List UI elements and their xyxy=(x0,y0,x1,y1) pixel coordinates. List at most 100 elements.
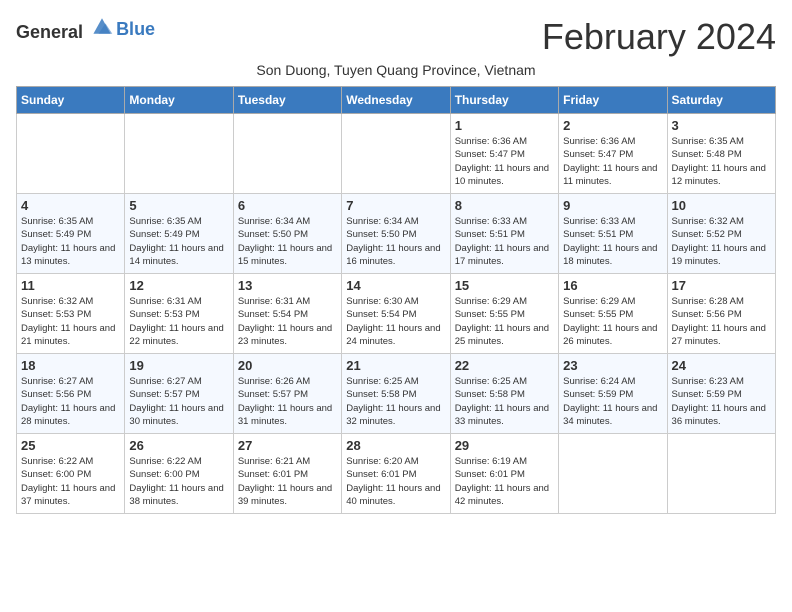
cell-info: Sunrise: 6:34 AMSunset: 5:50 PMDaylight:… xyxy=(346,215,445,268)
calendar-cell: 23 Sunrise: 6:24 AMSunset: 5:59 PMDayligh… xyxy=(559,354,667,434)
cell-info: Sunrise: 6:32 AMSunset: 5:52 PMDaylight:… xyxy=(672,215,771,268)
logo-general: General xyxy=(16,22,83,42)
header-tuesday: Tuesday xyxy=(233,87,341,114)
cell-info: Sunrise: 6:35 AMSunset: 5:49 PMDaylight:… xyxy=(21,215,120,268)
calendar-cell xyxy=(342,114,450,194)
calendar-cell: 28 Sunrise: 6:20 AMSunset: 6:01 PMDayligh… xyxy=(342,434,450,514)
day-number: 19 xyxy=(129,358,228,373)
header-sunday: Sunday xyxy=(17,87,125,114)
day-number: 2 xyxy=(563,118,662,133)
day-number: 7 xyxy=(346,198,445,213)
day-number: 17 xyxy=(672,278,771,293)
day-number: 27 xyxy=(238,438,337,453)
logo-blue: Blue xyxy=(116,19,155,39)
cell-info: Sunrise: 6:28 AMSunset: 5:56 PMDaylight:… xyxy=(672,295,771,348)
cell-info: Sunrise: 6:26 AMSunset: 5:57 PMDaylight:… xyxy=(238,375,337,428)
cell-info: Sunrise: 6:31 AMSunset: 5:53 PMDaylight:… xyxy=(129,295,228,348)
cell-info: Sunrise: 6:24 AMSunset: 5:59 PMDaylight:… xyxy=(563,375,662,428)
cell-info: Sunrise: 6:19 AMSunset: 6:01 PMDaylight:… xyxy=(455,455,554,508)
cell-info: Sunrise: 6:29 AMSunset: 5:55 PMDaylight:… xyxy=(455,295,554,348)
calendar-cell: 25 Sunrise: 6:22 AMSunset: 6:00 PMDayligh… xyxy=(17,434,125,514)
calendar-cell: 3 Sunrise: 6:35 AMSunset: 5:48 PMDaylight… xyxy=(667,114,775,194)
calendar-header: SundayMondayTuesdayWednesdayThursdayFrid… xyxy=(17,87,776,114)
calendar-cell: 29 Sunrise: 6:19 AMSunset: 6:01 PMDayligh… xyxy=(450,434,558,514)
calendar-cell: 19 Sunrise: 6:27 AMSunset: 5:57 PMDayligh… xyxy=(125,354,233,434)
cell-info: Sunrise: 6:35 AMSunset: 5:48 PMDaylight:… xyxy=(672,135,771,188)
cell-info: Sunrise: 6:21 AMSunset: 6:01 PMDaylight:… xyxy=(238,455,337,508)
cell-info: Sunrise: 6:29 AMSunset: 5:55 PMDaylight:… xyxy=(563,295,662,348)
cell-info: Sunrise: 6:25 AMSunset: 5:58 PMDaylight:… xyxy=(455,375,554,428)
calendar-cell: 7 Sunrise: 6:34 AMSunset: 5:50 PMDaylight… xyxy=(342,194,450,274)
calendar-cell: 21Sunrise: 6:25 AMSunset: 5:58 PMDayligh… xyxy=(342,354,450,434)
day-number: 24 xyxy=(672,358,771,373)
calendar-cell: 12Sunrise: 6:31 AMSunset: 5:53 PMDayligh… xyxy=(125,274,233,354)
day-number: 20 xyxy=(238,358,337,373)
day-number: 10 xyxy=(672,198,771,213)
day-number: 6 xyxy=(238,198,337,213)
cell-info: Sunrise: 6:33 AMSunset: 5:51 PMDaylight:… xyxy=(563,215,662,268)
cell-info: Sunrise: 6:31 AMSunset: 5:54 PMDaylight:… xyxy=(238,295,337,348)
cell-info: Sunrise: 6:22 AMSunset: 6:00 PMDaylight:… xyxy=(129,455,228,508)
calendar-cell: 27 Sunrise: 6:21 AMSunset: 6:01 PMDayligh… xyxy=(233,434,341,514)
day-number: 1 xyxy=(455,118,554,133)
calendar-cell xyxy=(559,434,667,514)
calendar-cell: 2 Sunrise: 6:36 AMSunset: 5:47 PMDaylight… xyxy=(559,114,667,194)
day-number: 15 xyxy=(455,278,554,293)
calendar-week-2: 4 Sunrise: 6:35 AMSunset: 5:49 PMDaylight… xyxy=(17,194,776,274)
calendar-week-3: 11 Sunrise: 6:32 AMSunset: 5:53 PMDayligh… xyxy=(17,274,776,354)
day-number: 14 xyxy=(346,278,445,293)
header-thursday: Thursday xyxy=(450,87,558,114)
cell-info: Sunrise: 6:33 AMSunset: 5:51 PMDaylight:… xyxy=(455,215,554,268)
day-number: 5 xyxy=(129,198,228,213)
day-number: 18 xyxy=(21,358,120,373)
day-number: 28 xyxy=(346,438,445,453)
location: Son Duong, Tuyen Quang Province, Vietnam xyxy=(16,62,776,78)
cell-info: Sunrise: 6:36 AMSunset: 5:47 PMDaylight:… xyxy=(455,135,554,188)
calendar-table: SundayMondayTuesdayWednesdayThursdayFrid… xyxy=(16,86,776,514)
calendar-body: 1 Sunrise: 6:36 AMSunset: 5:47 PMDaylight… xyxy=(17,114,776,514)
day-number: 22 xyxy=(455,358,554,373)
cell-info: Sunrise: 6:20 AMSunset: 6:01 PMDaylight:… xyxy=(346,455,445,508)
day-number: 29 xyxy=(455,438,554,453)
header-monday: Monday xyxy=(125,87,233,114)
day-number: 4 xyxy=(21,198,120,213)
calendar-week-4: 18Sunrise: 6:27 AMSunset: 5:56 PMDayligh… xyxy=(17,354,776,434)
cell-info: Sunrise: 6:22 AMSunset: 6:00 PMDaylight:… xyxy=(21,455,120,508)
day-number: 23 xyxy=(563,358,662,373)
calendar-cell xyxy=(17,114,125,194)
calendar-cell: 5 Sunrise: 6:35 AMSunset: 5:49 PMDaylight… xyxy=(125,194,233,274)
header-friday: Friday xyxy=(559,87,667,114)
cell-info: Sunrise: 6:32 AMSunset: 5:53 PMDaylight:… xyxy=(21,295,120,348)
day-number: 13 xyxy=(238,278,337,293)
calendar-cell: 15 Sunrise: 6:29 AMSunset: 5:55 PMDayligh… xyxy=(450,274,558,354)
header-wednesday: Wednesday xyxy=(342,87,450,114)
calendar-cell: 16Sunrise: 6:29 AMSunset: 5:55 PMDayligh… xyxy=(559,274,667,354)
calendar-cell: 26Sunrise: 6:22 AMSunset: 6:00 PMDayligh… xyxy=(125,434,233,514)
cell-info: Sunrise: 6:36 AMSunset: 5:47 PMDaylight:… xyxy=(563,135,662,188)
calendar-cell: 17 Sunrise: 6:28 AMSunset: 5:56 PMDayligh… xyxy=(667,274,775,354)
calendar-cell: 8 Sunrise: 6:33 AMSunset: 5:51 PMDaylight… xyxy=(450,194,558,274)
calendar-cell: 9Sunrise: 6:33 AMSunset: 5:51 PMDaylight… xyxy=(559,194,667,274)
day-number: 8 xyxy=(455,198,554,213)
calendar-cell: 13 Sunrise: 6:31 AMSunset: 5:54 PMDayligh… xyxy=(233,274,341,354)
calendar-cell xyxy=(667,434,775,514)
calendar-cell xyxy=(233,114,341,194)
cell-info: Sunrise: 6:34 AMSunset: 5:50 PMDaylight:… xyxy=(238,215,337,268)
cell-info: Sunrise: 6:25 AMSunset: 5:58 PMDaylight:… xyxy=(346,375,445,428)
calendar-week-5: 25 Sunrise: 6:22 AMSunset: 6:00 PMDayligh… xyxy=(17,434,776,514)
logo: General Blue xyxy=(16,16,155,43)
cell-info: Sunrise: 6:35 AMSunset: 5:49 PMDaylight:… xyxy=(129,215,228,268)
calendar-cell: 6 Sunrise: 6:34 AMSunset: 5:50 PMDaylight… xyxy=(233,194,341,274)
day-number: 3 xyxy=(672,118,771,133)
calendar-cell: 4 Sunrise: 6:35 AMSunset: 5:49 PMDaylight… xyxy=(17,194,125,274)
day-number: 11 xyxy=(21,278,120,293)
cell-info: Sunrise: 6:23 AMSunset: 5:59 PMDaylight:… xyxy=(672,375,771,428)
cell-info: Sunrise: 6:30 AMSunset: 5:54 PMDaylight:… xyxy=(346,295,445,348)
calendar-cell: 18Sunrise: 6:27 AMSunset: 5:56 PMDayligh… xyxy=(17,354,125,434)
day-number: 25 xyxy=(21,438,120,453)
cell-info: Sunrise: 6:27 AMSunset: 5:57 PMDaylight:… xyxy=(129,375,228,428)
month-title: February 2024 xyxy=(542,16,776,58)
calendar-cell: 10 Sunrise: 6:32 AMSunset: 5:52 PMDayligh… xyxy=(667,194,775,274)
header-saturday: Saturday xyxy=(667,87,775,114)
calendar-cell: 24 Sunrise: 6:23 AMSunset: 5:59 PMDayligh… xyxy=(667,354,775,434)
